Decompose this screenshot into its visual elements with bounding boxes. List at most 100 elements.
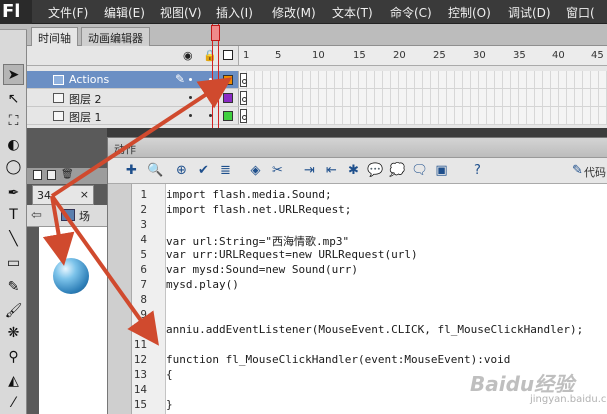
collapse-icon[interactable]: ⇥ [300, 161, 319, 180]
comment-icon[interactable]: 💬 [366, 161, 385, 180]
layer-row-layer-2[interactable]: 图层 2 [27, 89, 238, 107]
line-number: 3 [140, 218, 147, 231]
brush-tool-icon[interactable]: 🖌 [3, 300, 24, 321]
code-line: var mysd:Sound=new Sound(urr) [166, 263, 359, 276]
frame-ruler[interactable]: 1 5 10 15 20 25 30 35 40 45 [238, 46, 607, 66]
eyedropper-tool-icon[interactable]: ⁄ [3, 392, 24, 413]
keyframe[interactable] [240, 73, 247, 87]
document-tab[interactable]: 34 × [32, 185, 94, 205]
layer-color-box[interactable] [223, 75, 233, 85]
selection-tool-icon[interactable]: ➤ [3, 64, 24, 85]
stage-panel: 🗑 34 × ⇦ 场 [27, 128, 107, 414]
menu-edit[interactable]: 编辑(E) [104, 4, 145, 21]
back-arrow-icon[interactable]: ⇦ [31, 208, 42, 223]
code-line: } [166, 398, 173, 411]
layer-color-box[interactable] [223, 111, 233, 121]
outline-icon[interactable] [223, 50, 233, 60]
menu-control[interactable]: 控制(O) [448, 4, 491, 21]
layer-name: 图层 2 [69, 93, 102, 106]
rectangle-tool-icon[interactable]: ▭ [3, 252, 24, 273]
line-number: 4 [140, 233, 147, 246]
keyframe[interactable] [240, 91, 247, 105]
debug-icon[interactable]: ◈ [246, 161, 265, 180]
frame-row-actions[interactable] [238, 71, 607, 89]
bone-tool-icon[interactable]: ⚲ [3, 346, 24, 367]
code-line: anniu.addEventListener(MouseEvent.CLICK,… [166, 323, 584, 336]
eye-icon[interactable]: ◉ [183, 49, 193, 62]
toolbox-grip[interactable] [0, 24, 27, 30]
paint-bucket-tool-icon[interactable]: ◭ [3, 370, 24, 391]
line-number: 14 [133, 383, 147, 396]
visibility-dot[interactable] [189, 96, 192, 99]
layer-row-actions[interactable]: Actions ✎ [27, 71, 238, 89]
help-icon[interactable]: ? [468, 161, 487, 180]
keyframe[interactable] [240, 109, 247, 123]
new-layer-icon[interactable] [33, 170, 42, 180]
menu-modify[interactable]: 修改(M) [272, 4, 316, 21]
menu-debug[interactable]: 调试(D) [508, 4, 551, 21]
watermark-url: jingyan.baidu.com [530, 394, 607, 405]
line-number: 13 [133, 368, 147, 381]
line-tool-icon[interactable]: ╲ [3, 228, 24, 249]
free-transform-tool-icon[interactable]: ⛶ [3, 110, 24, 131]
menu-text[interactable]: 文本(T) [332, 4, 373, 21]
format-icon[interactable]: ≣ [216, 161, 235, 180]
code-snippets-label[interactable]: 代码 [584, 164, 606, 180]
ball-button-graphic[interactable] [53, 258, 89, 294]
tab-motion-editor[interactable]: 动画编辑器 [81, 27, 150, 46]
layer-header: ◉ 🔒 [27, 46, 238, 66]
delete-icon[interactable]: 🗑 [61, 169, 74, 180]
visibility-dot[interactable] [189, 114, 192, 117]
subselection-tool-icon[interactable]: ↖ [3, 88, 24, 109]
timeline-panel: 时间轴 动画编辑器 ◉ 🔒 1 5 10 15 20 25 30 35 40 4… [27, 24, 607, 128]
remove-comment-icon[interactable]: ▣ [432, 161, 451, 180]
deco-tool-icon[interactable]: ❋ [3, 322, 24, 343]
3d-rotation-tool-icon[interactable]: ◐ [3, 134, 24, 155]
ruler-label: 10 [312, 50, 325, 61]
menu-insert[interactable]: 插入(I) [216, 4, 253, 21]
line-number: 15 [133, 398, 147, 411]
new-folder-icon[interactable] [47, 170, 56, 180]
pencil-icon: ✎ [175, 72, 186, 86]
line-number: 2 [140, 203, 147, 216]
frame-row-layer-1[interactable] [238, 107, 607, 125]
actions-titlebar[interactable]: 动作 [108, 138, 607, 158]
stage-toolbar: 🗑 [27, 168, 107, 184]
text-tool-icon[interactable]: T [3, 204, 24, 225]
script-navigator[interactable] [108, 184, 132, 414]
line-number: 1 [140, 188, 147, 201]
code-hint-icon[interactable]: ✂ [268, 161, 287, 180]
menu-file[interactable]: 文件(F) [48, 4, 88, 21]
layer-color-box[interactable] [223, 93, 233, 103]
uncomment-icon[interactable]: 💭 [388, 161, 407, 180]
timeline-tab-bar: 时间轴 动画编辑器 [27, 24, 607, 46]
playhead[interactable] [211, 25, 220, 41]
visibility-dot[interactable] [189, 78, 192, 81]
expand-icon[interactable]: ⇤ [322, 161, 341, 180]
scene-label[interactable]: 场 [79, 208, 90, 224]
menu-view[interactable]: 视图(V) [160, 4, 202, 21]
layer-icon [53, 75, 64, 85]
tab-timeline[interactable]: 时间轴 [31, 27, 78, 46]
target-icon[interactable]: ⊕ [172, 161, 191, 180]
pencil-tool-icon[interactable]: ✎ [3, 276, 24, 297]
ruler-label: 15 [353, 50, 366, 61]
layer-row-layer-1[interactable]: 图层 1 [27, 107, 238, 125]
lasso-tool-icon[interactable]: ◯ [3, 156, 24, 177]
stage-canvas[interactable] [39, 227, 107, 414]
menu-window[interactable]: 窗口( [566, 4, 595, 21]
check-icon[interactable]: ✔ [194, 161, 213, 180]
snippet-icon[interactable]: ✱ [344, 161, 363, 180]
close-icon[interactable]: × [80, 188, 89, 201]
add-icon[interactable]: ✚ [122, 161, 141, 180]
line-number: 5 [140, 248, 147, 261]
pen-tool-icon[interactable]: ✒ [3, 182, 24, 203]
ruler-label: 1 [243, 50, 250, 61]
frame-row-layer-2[interactable] [238, 89, 607, 107]
ruler-label: 30 [473, 50, 486, 61]
menu-commands[interactable]: 命令(C) [390, 4, 432, 21]
code-line: { [166, 368, 173, 381]
stage-nav: ⇦ 场 [27, 205, 107, 227]
find-icon[interactable]: 🔍 [146, 161, 165, 180]
block-comment-icon[interactable]: 🗨 [410, 161, 429, 180]
